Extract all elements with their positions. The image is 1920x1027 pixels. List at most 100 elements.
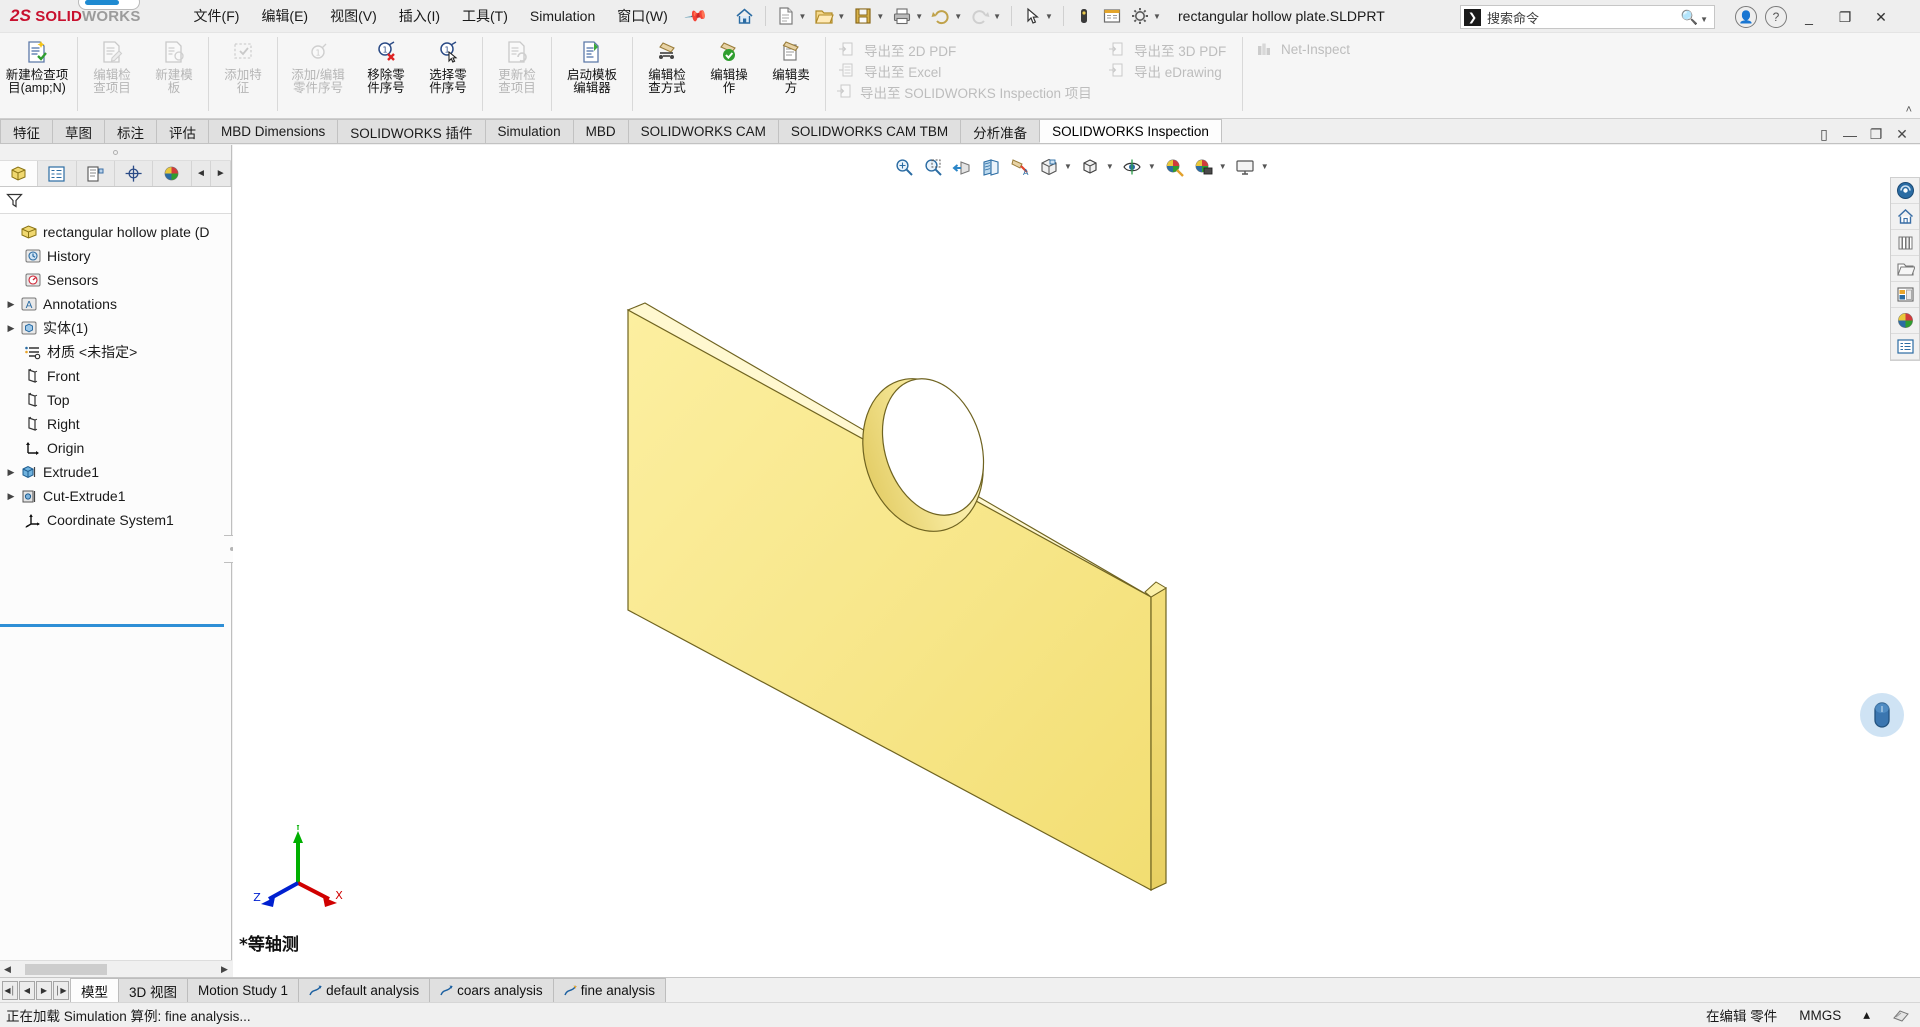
feature-manager-next-tab[interactable]: ► — [211, 161, 231, 186]
tree-item-extrude1[interactable]: ▶ Extrude1 — [0, 460, 231, 484]
chevron-down-icon[interactable]: ▼ — [1045, 12, 1053, 21]
menu-item-tools[interactable]: 工具(T) — [451, 3, 519, 29]
display-options-icon[interactable] — [1099, 3, 1125, 29]
tree-item-sensors[interactable]: Sensors — [0, 268, 231, 292]
remove-balloon-button[interactable]: 1 移除零 件序号 — [355, 33, 417, 117]
new-inspection-project-button[interactable]: 新建检查项 目(amp;N) — [0, 33, 74, 117]
tree-item-cut-extrude1[interactable]: ▶ Cut-Extrude1 — [0, 484, 231, 508]
menu-item-file[interactable]: 文件(F) — [183, 3, 251, 29]
launch-template-editor-button[interactable]: 启动模板 编辑器 — [555, 33, 629, 117]
tree-item-part[interactable]: rectangular hollow plate (D — [0, 220, 231, 244]
bottom-tab-model[interactable]: 模型 — [70, 978, 119, 1002]
tab-solidworks-cam[interactable]: SOLIDWORKS CAM — [628, 119, 779, 143]
chevron-down-icon[interactable]: ▼ — [876, 12, 884, 21]
search-input[interactable]: ❯ 搜索命令 🔍▼ — [1460, 5, 1715, 29]
last-tab-button[interactable]: │▶ — [53, 981, 69, 1000]
update-inspection-project-button[interactable]: 更新检 查项目 — [486, 33, 548, 117]
search-icon[interactable]: 🔍▼ — [1681, 9, 1708, 26]
tab-mbd[interactable]: MBD — [573, 119, 629, 143]
bottom-tab-3d-views[interactable]: 3D 视图 — [118, 978, 188, 1002]
scrollbar-thumb[interactable] — [25, 964, 107, 975]
units-label[interactable]: MMGS — [1799, 1008, 1841, 1023]
configuration-manager-tab[interactable] — [77, 161, 115, 186]
new-document-icon[interactable] — [773, 3, 799, 29]
menu-item-window[interactable]: 窗口(W) — [606, 3, 679, 29]
design-library-home-icon[interactable] — [1891, 204, 1919, 230]
tree-item-origin[interactable]: Origin — [0, 436, 231, 460]
next-tab-button[interactable]: ▶ — [36, 981, 52, 1000]
tree-item-solid-bodies[interactable]: ▶ 实体(1) — [0, 316, 231, 340]
menu-item-insert[interactable]: 插入(I) — [388, 3, 451, 29]
solidworks-resources-icon[interactable] — [1891, 178, 1919, 204]
chevron-down-icon[interactable]: ▼ — [1153, 12, 1161, 21]
edit-vendor-button[interactable]: 编辑卖 方 — [760, 33, 822, 117]
menu-item-simulation[interactable]: Simulation — [519, 5, 606, 27]
save-icon[interactable] — [850, 3, 876, 29]
scroll-right-icon[interactable]: ▶ — [217, 964, 232, 975]
bottom-tab-fine-analysis[interactable]: fine analysis — [553, 978, 666, 1002]
chevron-down-icon[interactable]: ▼ — [993, 12, 1001, 21]
feature-tree-horizontal-scrollbar[interactable]: ◀ ▶ — [0, 960, 232, 977]
mouse-gesture-icon[interactable] — [1860, 693, 1904, 737]
select-balloon-button[interactable]: 1 选择零 件序号 — [417, 33, 479, 117]
tab-features[interactable]: 特征 — [0, 119, 53, 143]
edit-operation-button[interactable]: 编辑操 作 — [698, 33, 760, 117]
tab-mbd-dimensions[interactable]: MBD Dimensions — [208, 119, 338, 143]
tab-analysis-preparation[interactable]: 分析准备 — [960, 119, 1040, 143]
new-template-button[interactable]: 新建模 板 — [143, 33, 205, 117]
panel-grip[interactable] — [0, 145, 231, 161]
minimize-doc-icon[interactable]: — — [1840, 127, 1860, 143]
home-icon[interactable] — [732, 3, 758, 29]
chevron-down-icon[interactable]: ▼ — [954, 12, 962, 21]
appearances-scenes-icon[interactable] — [1891, 308, 1919, 334]
bottom-tab-motion-study-1[interactable]: Motion Study 1 — [187, 978, 299, 1002]
menu-item-view[interactable]: 视图(V) — [319, 3, 388, 29]
tree-item-coordinate-system1[interactable]: Coordinate System1 — [0, 508, 231, 532]
add-edit-balloon-button[interactable]: 1 添加/编辑 零件序号 — [281, 33, 355, 117]
file-explorer-folder-icon[interactable] — [1891, 256, 1919, 282]
graphics-viewport[interactable]: A ▼ ▼ ▼ ▼ ▼ — [233, 145, 1920, 977]
edit-inspection-project-button[interactable]: 编辑检 查项目 — [81, 33, 143, 117]
bottom-tab-coars-analysis[interactable]: coars analysis — [429, 978, 554, 1002]
feature-manager-prev-tab[interactable]: ◄ — [192, 161, 212, 186]
help-icon[interactable]: ? — [1765, 6, 1787, 28]
export-edrawing-item[interactable]: 导出 eDrawing — [1099, 60, 1239, 81]
property-manager-tab[interactable] — [38, 161, 76, 186]
tab-solidworks-addins[interactable]: SOLIDWORKS 插件 — [337, 119, 485, 143]
tree-item-right-plane[interactable]: Right — [0, 412, 231, 436]
expand-toggle[interactable]: ▶ — [4, 467, 18, 478]
prev-tab-button[interactable]: ◀ — [19, 981, 35, 1000]
overlay-icon[interactable] — [1892, 1008, 1910, 1023]
restore-window-button[interactable]: ❐ — [1831, 5, 1859, 29]
cad-model-rectangular-hollow-plate[interactable] — [233, 145, 1920, 977]
options-gear-icon[interactable] — [1127, 3, 1153, 29]
menu-item-edit[interactable]: 编辑(E) — [250, 3, 319, 29]
dimxpert-manager-tab[interactable] — [115, 161, 153, 186]
expand-toggle[interactable]: ▶ — [4, 491, 18, 502]
expand-toggle[interactable]: ▶ — [4, 299, 18, 310]
scroll-left-icon[interactable]: ◀ — [0, 964, 15, 975]
add-characteristic-button[interactable]: 添加特 征 — [212, 33, 274, 117]
custom-properties-icon[interactable] — [1891, 334, 1919, 360]
chevron-down-icon[interactable]: ▼ — [837, 12, 845, 21]
edit-inspection-method-button[interactable]: 编辑检 查方式 — [636, 33, 698, 117]
select-arrow-icon[interactable] — [1019, 3, 1045, 29]
measure-icon[interactable] — [1071, 3, 1097, 29]
bottom-tab-default-analysis[interactable]: default analysis — [298, 978, 430, 1002]
tab-evaluate[interactable]: 评估 — [156, 119, 209, 143]
feature-tree-filter[interactable] — [0, 187, 231, 214]
tab-sketch[interactable]: 草图 — [52, 119, 105, 143]
export-3d-pdf-item[interactable]: 导出至 3D PDF — [1099, 39, 1239, 60]
export-inspection-project-item[interactable]: 导出至 SOLIDWORKS Inspection 项目 — [829, 81, 1099, 102]
tree-item-history[interactable]: History — [0, 244, 231, 268]
view-palette-icon[interactable] — [1891, 282, 1919, 308]
minimize-window-button[interactable]: _ — [1795, 5, 1823, 29]
redo-icon[interactable] — [967, 3, 993, 29]
rollback-bar[interactable] — [0, 624, 224, 627]
open-document-icon[interactable] — [811, 3, 837, 29]
tab-solidworks-inspection[interactable]: SOLIDWORKS Inspection — [1039, 119, 1222, 143]
tab-markup[interactable]: 标注 — [104, 119, 157, 143]
expand-toggle[interactable]: ▶ — [4, 323, 18, 334]
scrollbar-track[interactable] — [15, 963, 217, 976]
display-manager-tab[interactable] — [153, 161, 191, 186]
